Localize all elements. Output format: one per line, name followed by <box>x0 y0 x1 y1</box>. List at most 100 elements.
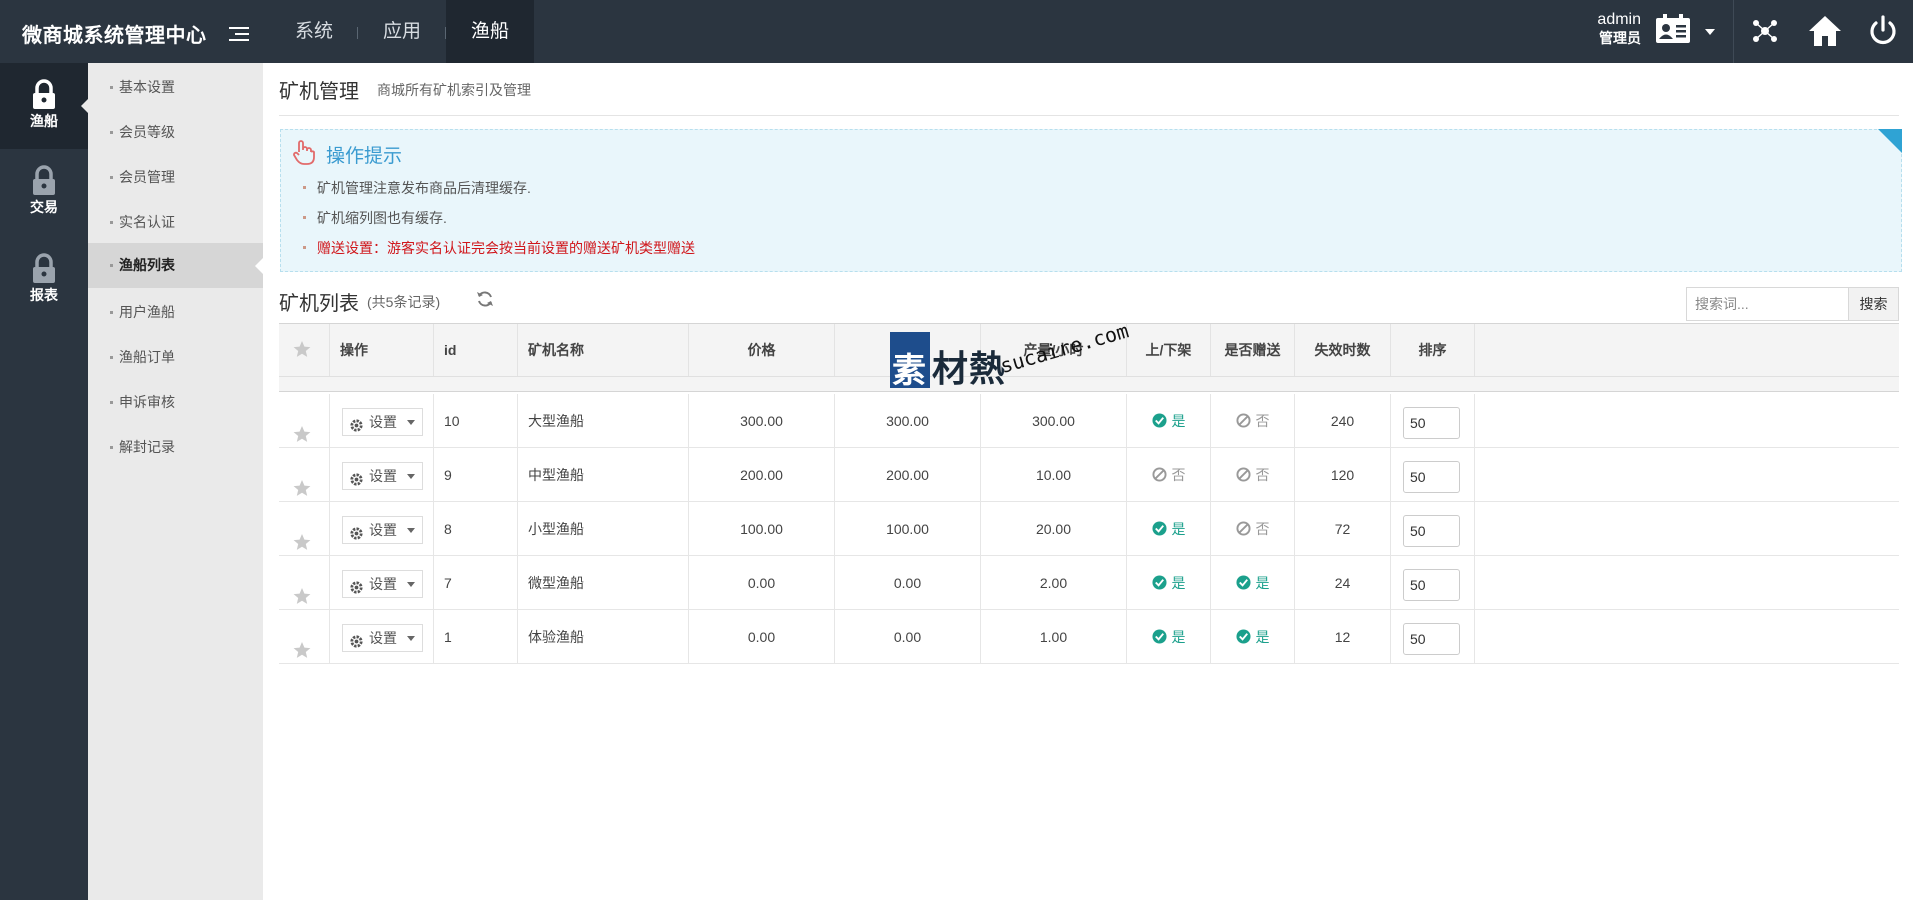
submenu-item-unban-records[interactable]: 解封记录 <box>88 425 263 470</box>
row-name: 大型渔船 <box>518 394 689 448</box>
no-toggle[interactable]: 否 <box>1235 411 1270 431</box>
user-info[interactable]: admin 管理员 <box>1593 10 1641 48</box>
yes-toggle[interactable]: 是 <box>1151 627 1186 647</box>
yes-toggle[interactable]: 是 <box>1235 627 1270 647</box>
top-bar: 微商城系统管理中心 系统 应用 渔船 admin 管理员 <box>0 0 1913 63</box>
header-sort: 排序 <box>1391 324 1475 376</box>
collapse-corner-icon[interactable] <box>1878 129 1902 153</box>
search-input[interactable] <box>1686 287 1849 321</box>
top-nav: 系统 应用 渔船 <box>270 0 535 63</box>
tip-item: 矿机管理注意发布商品后清理缓存. <box>303 180 531 196</box>
submenu-item-member-level[interactable]: 会员等级 <box>88 110 263 155</box>
power-icon[interactable] <box>1866 14 1900 48</box>
lock-icon <box>33 79 55 109</box>
refresh-icon[interactable] <box>476 290 494 308</box>
header-expire: 失效时数 <box>1295 324 1391 376</box>
sidebar-item-trade[interactable]: 交易 <box>0 149 88 235</box>
star-icon[interactable] <box>293 340 311 358</box>
row-sort-cell <box>1391 448 1475 502</box>
row-price: 300.00 <box>689 394 835 448</box>
settings-dropdown-button[interactable]: 设置 <box>342 462 423 490</box>
row-output: 1.00 <box>981 610 1127 664</box>
submenu-item-member-management[interactable]: 会员管理 <box>88 155 263 200</box>
caret-down-icon <box>407 582 415 587</box>
menu-toggle-icon[interactable] <box>229 27 249 43</box>
row-op-cell: 设置 <box>330 394 434 448</box>
header-star <box>279 324 330 376</box>
tab-apps[interactable]: 应用 <box>358 0 447 63</box>
yes-toggle[interactable]: 是 <box>1151 411 1186 431</box>
row-gift-status: 否 <box>1211 502 1295 556</box>
sort-order-input[interactable] <box>1403 407 1460 439</box>
row-output: 10.00 <box>981 448 1127 502</box>
row-sort-cell <box>1391 502 1475 556</box>
row-star-cell <box>279 394 330 448</box>
row-col5: 0.00 <box>835 610 981 664</box>
row-star-cell <box>279 610 330 664</box>
id-card-icon[interactable] <box>1655 14 1691 44</box>
sort-order-input[interactable] <box>1403 623 1460 655</box>
sidebar-item-report[interactable]: 报表 <box>0 237 88 323</box>
settings-dropdown-button[interactable]: 设置 <box>342 624 423 652</box>
row-shelf-status: 否 <box>1127 448 1211 502</box>
user-dropdown-caret-icon[interactable] <box>1705 29 1715 35</box>
header-name: 矿机名称 <box>518 324 689 376</box>
gear-icon <box>349 523 364 549</box>
gear-icon <box>349 577 364 603</box>
row-col5: 200.00 <box>835 448 981 502</box>
yes-toggle[interactable]: 是 <box>1151 519 1186 539</box>
user-name: admin <box>1597 11 1641 28</box>
sort-order-input[interactable] <box>1403 461 1460 493</box>
row-expire-hours: 24 <box>1295 556 1391 610</box>
watermark-logo: 素 <box>890 332 930 390</box>
settings-dropdown-button[interactable]: 设置 <box>342 570 423 598</box>
caret-down-icon <box>407 528 415 533</box>
tips-panel: 操作提示 矿机管理注意发布商品后清理缓存. 矿机缩列图也有缓存. 赠送设置：游客… <box>280 129 1902 272</box>
row-op-cell: 设置 <box>330 556 434 610</box>
no-toggle[interactable]: 否 <box>1235 519 1270 539</box>
submenu-item-basic-settings[interactable]: 基本设置 <box>88 65 263 110</box>
divider <box>279 115 1899 116</box>
star-icon[interactable] <box>293 627 311 681</box>
header-shelf: 上/下架 <box>1127 324 1211 376</box>
row-name: 中型渔船 <box>518 448 689 502</box>
tab-fishing-boat[interactable]: 渔船 <box>446 0 535 63</box>
submenu-item-user-boats[interactable]: 用户渔船 <box>88 290 263 335</box>
tip-item: 矿机缩列图也有缓存. <box>303 210 447 226</box>
row-id: 9 <box>434 448 518 502</box>
row-star-cell <box>279 448 330 502</box>
submenu-item-boat-orders[interactable]: 渔船订单 <box>88 335 263 380</box>
table-row: 设置 9 中型渔船 200.00 200.00 10.00 否否 120 <box>279 448 1899 502</box>
row-name: 小型渔船 <box>518 502 689 556</box>
row-star-cell <box>279 502 330 556</box>
row-name: 微型渔船 <box>518 556 689 610</box>
row-gift-status: 是 <box>1211 556 1295 610</box>
sidebar-item-fishing-boat[interactable]: 渔船 <box>0 63 88 149</box>
sort-order-input[interactable] <box>1403 569 1460 601</box>
row-col5: 100.00 <box>835 502 981 556</box>
row-col5: 0.00 <box>835 556 981 610</box>
submenu-item-appeal-review[interactable]: 申诉审核 <box>88 380 263 425</box>
sidebar-item-label: 交易 <box>30 199 58 215</box>
submenu-item-real-name-auth[interactable]: 实名认证 <box>88 200 263 245</box>
sidebar-item-label: 报表 <box>30 287 58 303</box>
sort-order-input[interactable] <box>1403 515 1460 547</box>
row-output: 20.00 <box>981 502 1127 556</box>
no-toggle[interactable]: 否 <box>1235 465 1270 485</box>
tab-system[interactable]: 系统 <box>270 0 359 63</box>
row-star-cell <box>279 556 330 610</box>
settings-dropdown-button[interactable]: 设置 <box>342 408 423 436</box>
caret-down-icon <box>407 636 415 641</box>
home-icon[interactable] <box>1808 14 1842 48</box>
submenu-item-boat-list[interactable]: 渔船列表 <box>88 243 263 288</box>
settings-dropdown-button[interactable]: 设置 <box>342 516 423 544</box>
row-price: 200.00 <box>689 448 835 502</box>
row-shelf-status: 是 <box>1127 610 1211 664</box>
user-role: 管理员 <box>1599 30 1641 46</box>
yes-toggle[interactable]: 是 <box>1235 573 1270 593</box>
yes-toggle[interactable]: 是 <box>1151 573 1186 593</box>
search-button[interactable]: 搜索 <box>1849 287 1899 321</box>
no-toggle[interactable]: 否 <box>1151 465 1186 485</box>
network-icon[interactable] <box>1748 14 1782 48</box>
page-subtitle: 商城所有矿机索引及管理 <box>377 82 531 98</box>
